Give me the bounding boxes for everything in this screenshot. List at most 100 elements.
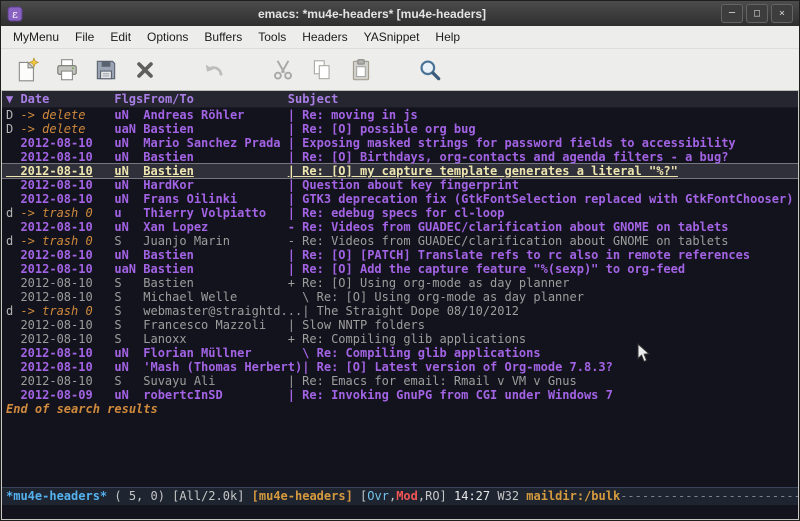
menu-item-mymenu[interactable]: MyMenu	[5, 27, 67, 47]
flags-cell: uN	[114, 150, 143, 164]
modeline-bracket: [	[353, 489, 367, 503]
header-row[interactable]: d -> trash 0Swebmaster@straightd...| The…	[2, 304, 798, 318]
subject-cell: \ Re: [O] Using org-mode as day planner	[288, 290, 584, 304]
save-button[interactable]	[91, 54, 121, 86]
emacs-icon: ε	[7, 6, 23, 22]
header-row[interactable]: 2012-08-10uaNBastien| Re: [O] Add the ca…	[2, 262, 798, 276]
subject-cell: - Re: Videos from GUADEC/clarification a…	[288, 234, 729, 248]
subject-cell: | Re: Emacs for email: Rmail v VM v Gnus	[288, 374, 577, 388]
titlebar: ε emacs: *mu4e-headers* [mu4e-headers] ─…	[1, 1, 799, 26]
flags-cell: uN	[114, 248, 143, 262]
minimize-button[interactable]: ─	[721, 4, 743, 23]
flags-cell: uN	[114, 192, 143, 206]
header-row[interactable]: 2012-08-10SFrancesco Mazzoli| Slow NNTP …	[2, 318, 798, 332]
flags-cell: S	[114, 374, 143, 388]
flags-cell: S	[114, 304, 143, 318]
header-row[interactable]: 2012-08-10SBastien+ Re: [O] Using org-mo…	[2, 276, 798, 290]
search-button[interactable]	[415, 54, 445, 86]
modeline-position: ( 5, 0) [All/2.0k]	[107, 489, 252, 503]
toolbar	[1, 49, 799, 91]
header-row[interactable]: 2012-08-10uNFlorian Müllner \ Re: Compil…	[2, 346, 798, 360]
menu-item-tools[interactable]: Tools	[250, 27, 294, 47]
header-row[interactable]: 2012-08-09uNrobertcInSD| Re: Invoking Gn…	[2, 388, 798, 402]
subject-cell: | Re: [O] Add the capture feature "%(sex…	[288, 262, 685, 276]
undo-button[interactable]	[199, 54, 229, 86]
modeline-modified-flag: Mod	[396, 489, 418, 503]
paste-button[interactable]	[346, 54, 376, 86]
header-row[interactable]: 2012-08-10uNFrans Oilinki| GTK3 deprecat…	[2, 192, 798, 206]
column-header-subject[interactable]: Subject	[288, 92, 339, 106]
header-row[interactable]: D -> deleteuNAndreas Röhler| Re: moving …	[2, 108, 798, 122]
menu-item-headers[interactable]: Headers	[294, 27, 355, 47]
menu-item-help[interactable]: Help	[427, 27, 468, 47]
flags-cell: uaN	[114, 122, 143, 136]
from-cell: Bastien	[143, 150, 287, 164]
subject-cell: | Re: moving in js	[288, 108, 418, 122]
end-of-results: End of search results	[2, 402, 798, 416]
header-row[interactable]: 2012-08-10uNMario Sanchez Prada| Exposin…	[2, 136, 798, 150]
header-row[interactable]: 2012-08-10uNHardKor| Question about key …	[2, 178, 798, 192]
from-cell: Bastien	[143, 164, 287, 178]
from-cell: Xan Lopez	[143, 220, 287, 234]
modeline-ovr-flag: Ovr	[367, 489, 389, 503]
header-row[interactable]: 2012-08-10uNXan Lopez- Re: Videos from G…	[2, 220, 798, 234]
mark-cell: d -> trash 0	[6, 304, 114, 318]
header-row[interactable]: D -> deleteuaNBastien| Re: [O] possible …	[2, 122, 798, 136]
emacs-frame: ▼ DateFlgsFrom/ToSubject D -> deleteuNAn…	[1, 91, 799, 520]
header-row[interactable]: d -> trash 0SJuanjo Marin- Re: Videos fr…	[2, 234, 798, 248]
header-row[interactable]: 2012-08-10uNBastien| Re: [O] Birthdays, …	[2, 150, 798, 164]
maximize-button[interactable]: □	[746, 4, 768, 23]
modeline-folder: maildir:/bulk	[526, 489, 620, 503]
date-cell: 2012-08-10	[6, 332, 114, 346]
save-icon	[93, 57, 119, 83]
mark-action: -> trash 0	[13, 206, 92, 220]
date-cell: 2012-08-10	[6, 150, 114, 164]
date-cell: 2012-08-10	[6, 248, 114, 262]
subject-cell: - Re: Videos from GUADEC/clarification a…	[288, 220, 729, 234]
header-rows: D -> deleteuNAndreas Röhler| Re: moving …	[2, 108, 798, 402]
paste-icon	[348, 57, 374, 83]
column-header-from[interactable]: From/To	[143, 91, 287, 107]
menu-item-file[interactable]: File	[67, 27, 102, 47]
header-row[interactable]: 2012-08-10uNBastien| Re: [O] my capture …	[2, 163, 798, 179]
copy-button[interactable]	[307, 54, 337, 86]
modeline-buffer-name[interactable]: *mu4e-headers*	[6, 489, 107, 503]
menu-item-buffers[interactable]: Buffers	[196, 27, 250, 47]
subject-cell: \ Re: Compiling glib applications	[288, 346, 541, 360]
column-header-date[interactable]: ▼ Date	[6, 91, 114, 107]
menu-item-edit[interactable]: Edit	[102, 27, 139, 47]
from-cell: robertcInSD	[143, 388, 287, 402]
modeline[interactable]: *mu4e-headers* ( 5, 0) [All/2.0k] [mu4e-…	[2, 487, 798, 505]
mark-cell: D -> delete	[6, 108, 114, 122]
print-button[interactable]	[52, 54, 82, 86]
header-row[interactable]: 2012-08-10SSuvayu Ali| Re: Emacs for ema…	[2, 374, 798, 388]
menu-item-yasnippet[interactable]: YASnippet	[356, 27, 428, 47]
from-cell: Bastien	[143, 262, 287, 276]
cut-button[interactable]	[268, 54, 298, 86]
from-cell: Andreas Röhler	[143, 108, 287, 122]
header-row[interactable]: d -> trash 0uThierry Volpiatto| Re: edeb…	[2, 206, 798, 220]
date-cell: 2012-08-10	[6, 220, 114, 234]
new-file-button[interactable]	[13, 54, 43, 86]
from-cell: Bastien	[143, 122, 287, 136]
from-cell: Frans Oilinki	[143, 192, 287, 206]
minibuffer[interactable]	[2, 505, 798, 519]
header-row[interactable]: 2012-08-10uN'Mash (Thomas Herbert)| Re: …	[2, 360, 798, 374]
subject-cell: | Slow NNTP folders	[288, 318, 425, 332]
close-buffer-button[interactable]	[130, 54, 160, 86]
undo-icon	[201, 57, 227, 83]
flags-cell: S	[114, 290, 143, 304]
close-icon	[132, 57, 158, 83]
new-file-icon	[15, 57, 41, 83]
mark-cell: D -> delete	[6, 122, 114, 136]
header-row[interactable]: 2012-08-10SLanoxx+ Re: Compiling glib ap…	[2, 332, 798, 346]
column-header-flags[interactable]: Flgs	[114, 91, 143, 107]
header-row[interactable]: 2012-08-10SMichael Welle \ Re: [O] Using…	[2, 290, 798, 304]
close-button[interactable]: ×	[771, 4, 793, 23]
flags-cell: S	[114, 332, 143, 346]
header-row[interactable]: 2012-08-10uNBastien| Re: [O] [PATCH] Tra…	[2, 248, 798, 262]
menu-item-options[interactable]: Options	[139, 27, 196, 47]
from-cell: Juanjo Marin	[143, 234, 287, 248]
modeline-major-mode[interactable]: [mu4e-headers]	[252, 489, 353, 503]
search-icon	[417, 57, 443, 83]
